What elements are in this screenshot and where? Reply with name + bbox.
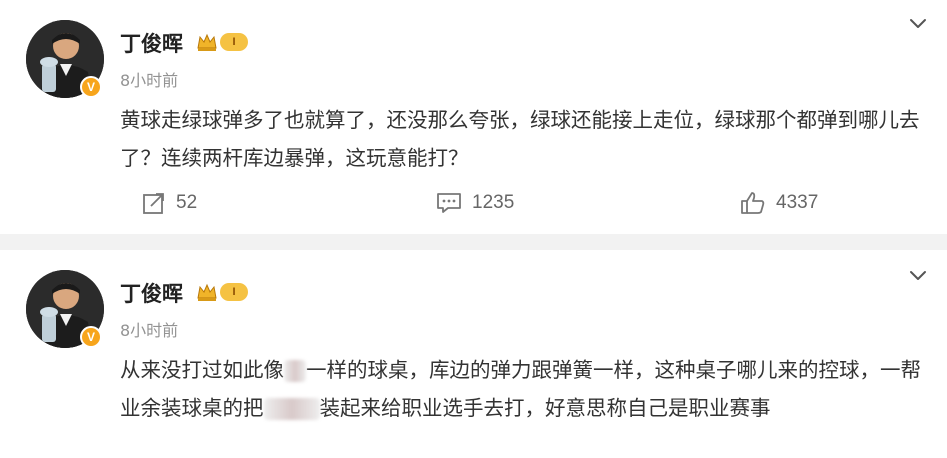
- verified-badge: V: [80, 76, 102, 98]
- crown-icon: [197, 33, 217, 51]
- like-count: 4337: [776, 192, 819, 213]
- chevron-down-icon[interactable]: [907, 12, 929, 34]
- comment-button[interactable]: 1235: [436, 191, 514, 215]
- username[interactable]: 丁俊晖: [120, 28, 183, 58]
- post-text-part: 从来没打过如此像: [120, 358, 284, 382]
- like-icon: [741, 192, 765, 214]
- redacted-blur: [284, 360, 306, 382]
- level-badge: I: [220, 283, 248, 301]
- post-text: 从来没打过如此像 一样的球桌，库边的弹力跟弹簧一样，这种桌子哪儿来的控球，一帮业余…: [120, 351, 935, 427]
- post-text: 黄球走绿球弹多了也就算了，还没那么夸张，绿球还能接上走位，绿球那个都弹到哪儿去了…: [120, 108, 920, 170]
- repost-icon: [143, 193, 164, 214]
- chevron-down-icon[interactable]: [907, 264, 929, 286]
- crown-icon: [197, 283, 217, 301]
- timestamp[interactable]: 8小时前: [120, 317, 178, 341]
- repost-button[interactable]: 52: [142, 191, 197, 215]
- redacted-blur: [263, 398, 320, 420]
- level-badge: I: [220, 33, 248, 51]
- post-text-part: 装起来给职业选手去打，好意思称自己是职业赛事: [319, 396, 771, 420]
- username[interactable]: 丁俊晖: [120, 278, 183, 308]
- post-card: V 丁俊晖 I 8小时前 从来没打过如此像 一样的球桌，库边的弹力跟弹簧一样，这种…: [0, 250, 947, 458]
- post-card: V 丁俊晖 I 8小时前 黄球走绿球弹多了也就算了，还没那么夸张，绿球还能接上走…: [0, 0, 947, 234]
- like-button[interactable]: 4337: [740, 191, 818, 215]
- verified-badge: V: [80, 326, 102, 348]
- timestamp[interactable]: 8小时前: [120, 67, 178, 91]
- comment-icon: [437, 193, 461, 213]
- comment-count: 1235: [472, 192, 515, 213]
- repost-count: 52: [176, 192, 198, 213]
